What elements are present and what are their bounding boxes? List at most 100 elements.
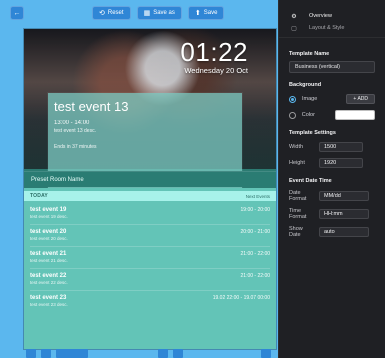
event-item: test event 19 19:00 - 20:00 test event 1… <box>30 203 270 225</box>
add-image-button[interactable]: + ADD <box>346 94 375 104</box>
template-preview: 01:22 Wednesday 20 Oct test event 13 13:… <box>24 29 276 349</box>
clock: 01:22 Wednesday 20 Oct <box>128 39 248 75</box>
show-date-label: Show Date <box>289 226 303 238</box>
current-event-description: test event 13 desc. <box>54 128 96 134</box>
clock-time: 01:22 <box>180 37 248 67</box>
bottom-controls <box>26 349 276 358</box>
event-name: test event 21 <box>30 251 67 257</box>
today-bar: TODAY Next Events <box>24 191 276 201</box>
clock-date: Wednesday 20 Oct <box>184 66 248 75</box>
background-color-radio[interactable] <box>289 111 296 119</box>
event-name: test event 19 <box>30 207 67 213</box>
time-format-row: Time Format HH:mm <box>289 208 375 220</box>
background-color-swatch[interactable] <box>334 110 375 120</box>
background-option-color[interactable]: Color <box>289 110 375 120</box>
bottom-control[interactable] <box>41 349 51 358</box>
bottom-control[interactable] <box>261 349 271 358</box>
event-row: test event 23 19.02 22:00 - 19.07 00:00 <box>30 295 270 301</box>
tab-overview[interactable]: ⚙ Overview <box>279 10 385 22</box>
event-description: test event 20 desc. <box>30 236 68 241</box>
events-panel: TODAY Next Events test event 19 19:00 - … <box>24 188 276 349</box>
date-format-value: MM/dd <box>324 193 341 199</box>
reset-label: Reset <box>107 10 124 16</box>
event-name: test event 20 <box>30 229 67 235</box>
event-item: test event 22 21:00 - 22:00 test event 2… <box>30 269 270 291</box>
show-date-input[interactable]: auto <box>319 227 369 237</box>
save-icon: ⬆ <box>194 9 201 17</box>
event-row: test event 19 19:00 - 20:00 <box>30 207 270 213</box>
event-row: test event 21 21:00 - 22:00 <box>30 251 270 257</box>
date-format-row: Date Format MM/dd <box>289 190 375 202</box>
room-name-bar: Preset Room Name <box>24 171 276 187</box>
width-value: 1500 <box>324 144 337 150</box>
time-format-input[interactable]: HH:mm <box>319 209 369 219</box>
event-list: test event 19 19:00 - 20:00 test event 1… <box>24 201 276 313</box>
background-option-image[interactable]: Image + ADD <box>289 94 375 104</box>
template-name-title: Template Name <box>289 51 330 57</box>
sidebar-content: Template Name Business (vertical) Backgr… <box>279 38 385 238</box>
height-value: 1920 <box>324 160 337 166</box>
save-as-button[interactable]: ▦ Save as <box>136 6 182 20</box>
date-format-input[interactable]: MM/dd <box>319 191 369 201</box>
event-time: 19.02 22:00 - 19.07 00:00 <box>212 295 270 301</box>
height-input[interactable]: 1920 <box>319 158 363 168</box>
back-button[interactable]: ← <box>10 6 24 20</box>
bottom-control[interactable] <box>173 349 183 358</box>
current-event-ends-in: Ends in 37 minutes <box>54 144 97 150</box>
current-event-title: test event 13 <box>54 99 129 114</box>
template-name-value: Business (vertical) <box>295 64 340 70</box>
event-time: 20:00 - 21:00 <box>240 229 270 235</box>
bottom-control[interactable] <box>158 349 168 358</box>
document-icon: ▦ <box>143 9 151 17</box>
background-title: Background <box>289 82 322 88</box>
event-item: test event 23 19.02 22:00 - 19.07 00:00 … <box>30 291 270 313</box>
reset-button[interactable]: ⟲ Reset <box>92 6 131 20</box>
save-button[interactable]: ⬆ Save <box>187 6 225 20</box>
background-image-radio[interactable] <box>289 95 296 103</box>
settings-sidebar: ⚙ Overview ▢ Layout & Style Template Nam… <box>278 0 385 358</box>
editor-root: ← ⟲ Reset ▦ Save as ⬆ Save 01:22 Wednesd… <box>0 0 385 358</box>
tab-layout-style-label: Layout & Style <box>309 25 345 31</box>
save-as-label: Save as <box>153 10 175 16</box>
event-time: 21:00 - 22:00 <box>240 251 270 257</box>
background-color-label: Color <box>301 112 315 118</box>
reset-icon: ⟲ <box>99 9 105 17</box>
event-name: test event 23 <box>30 295 67 301</box>
arrow-left-icon: ← <box>13 9 21 17</box>
event-name: test event 22 <box>30 273 67 279</box>
width-input[interactable]: 1500 <box>319 142 363 152</box>
next-events-label: Next Events <box>245 193 270 199</box>
tab-overview-label: Overview <box>309 13 332 19</box>
sidebar-tabs: ⚙ Overview ▢ Layout & Style <box>279 0 385 38</box>
height-label: Height <box>289 160 305 166</box>
event-row: test event 22 21:00 - 22:00 <box>30 273 270 279</box>
current-event-time: 13:00 - 14:00 <box>54 120 90 126</box>
room-name: Preset Room Name <box>31 176 84 183</box>
date-format-label: Date Format <box>289 190 307 202</box>
show-date-row: Show Date auto <box>289 226 375 238</box>
tab-layout-style[interactable]: ▢ Layout & Style <box>279 22 385 34</box>
show-date-value: auto <box>324 229 335 235</box>
template-settings-title: Template Settings <box>289 130 336 136</box>
settings-icon: ⚙ <box>291 13 297 20</box>
layout-icon: ▢ <box>291 25 297 32</box>
top-toolbar: ← ⟲ Reset ▦ Save as ⬆ Save <box>0 0 278 26</box>
time-format-label: Time Format <box>289 208 307 220</box>
bottom-control[interactable] <box>26 349 36 358</box>
bottom-control[interactable] <box>56 349 88 358</box>
template-name-field[interactable]: Business (vertical) <box>289 61 375 73</box>
background-image-label: Image <box>302 96 318 102</box>
event-item: test event 20 20:00 - 21:00 test event 2… <box>30 225 270 247</box>
event-time: 21:00 - 22:00 <box>240 273 270 279</box>
event-time: 19:00 - 20:00 <box>240 207 270 213</box>
add-image-label: + ADD <box>353 96 368 102</box>
event-row: test event 20 20:00 - 21:00 <box>30 229 270 235</box>
event-description: test event 23 desc. <box>30 302 68 307</box>
save-label: Save <box>203 10 218 16</box>
event-description: test event 19 desc. <box>30 214 68 219</box>
event-date-time-title: Event Date Time <box>289 178 332 184</box>
event-description: test event 21 desc. <box>30 258 68 263</box>
width-row: Width 1500 <box>289 142 375 152</box>
event-item: test event 21 21:00 - 22:00 test event 2… <box>30 247 270 269</box>
time-format-value: HH:mm <box>324 211 343 217</box>
